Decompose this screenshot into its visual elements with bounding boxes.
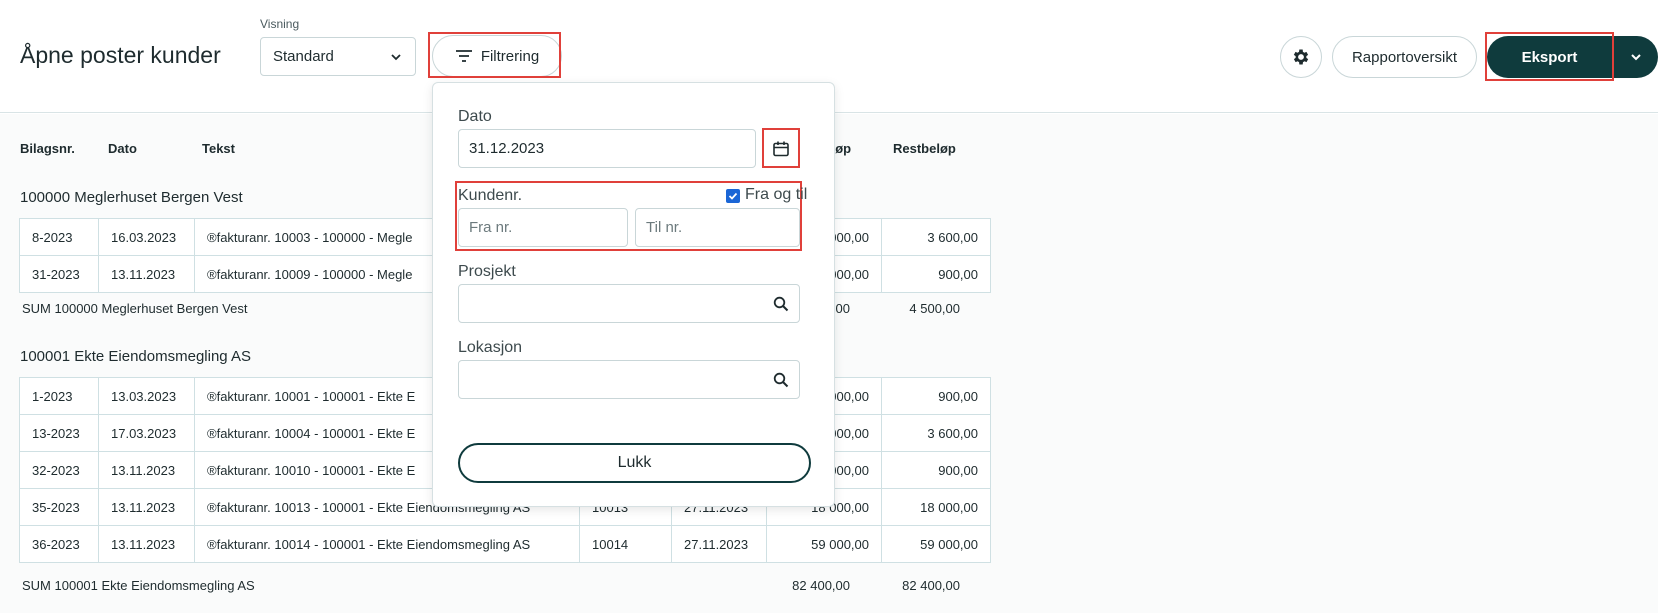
- visning-value: Standard: [273, 48, 334, 65]
- cell-bilag: 31-2023: [19, 255, 99, 293]
- close-button[interactable]: Lukk: [458, 443, 811, 483]
- report-overview-button[interactable]: Rapportoversikt: [1332, 36, 1477, 78]
- fra-nr-input[interactable]: Fra nr.: [458, 208, 628, 247]
- cell-bilag: 35-2023: [19, 488, 99, 526]
- dato-value: 31.12.2023: [469, 140, 545, 157]
- dato-input[interactable]: 31.12.2023: [458, 129, 756, 168]
- fra-og-til-label: Fra og til: [745, 186, 808, 203]
- filter-icon: [455, 50, 472, 62]
- til-nr-input[interactable]: Til nr.: [635, 208, 800, 247]
- cell-dato: 13.11.2023: [98, 255, 195, 293]
- group-title: 100000 Meglerhuset Bergen Vest: [20, 189, 243, 206]
- column-header-bilagsnr: Bilagsnr.: [20, 141, 75, 156]
- cell-rest: 900,00: [881, 451, 991, 489]
- cell-dato: 16.03.2023: [98, 218, 195, 256]
- cell-bilag: 36-2023: [19, 525, 99, 563]
- cell-dato: 13.11.2023: [98, 451, 195, 489]
- cell-bilag: 32-2023: [19, 451, 99, 489]
- til-nr-placeholder: Til nr.: [646, 219, 683, 236]
- cell-dato: 13.03.2023: [98, 377, 195, 415]
- table-row[interactable]: 36-2023 13.11.2023 ®fakturanr. 10014 - 1…: [19, 525, 991, 563]
- visning-label: Visning: [260, 17, 300, 31]
- fra-nr-placeholder: Fra nr.: [469, 219, 513, 236]
- lokasjon-label: Lokasjon: [458, 339, 523, 356]
- cell-bilag: 13-2023: [19, 414, 99, 452]
- calendar-button[interactable]: [770, 138, 792, 160]
- page-title: Åpne poster kunder: [20, 42, 221, 68]
- gear-icon: [1293, 49, 1309, 65]
- prosjekt-input[interactable]: [458, 284, 800, 323]
- calendar-icon: [773, 141, 789, 157]
- cell-col4: 10014: [579, 525, 672, 563]
- chevron-down-icon: [391, 53, 401, 60]
- cell-dato: 13.11.2023: [98, 488, 195, 526]
- dato-label: Dato: [458, 108, 492, 125]
- column-header-restbelop: Restbeløp: [893, 141, 956, 156]
- group-sum-rest: 4 500,00: [909, 301, 960, 316]
- cell-rest: 3 600,00: [881, 218, 991, 256]
- prosjekt-label: Prosjekt: [458, 263, 516, 280]
- group-sum-label: SUM 100000 Meglerhuset Bergen Vest: [22, 301, 248, 316]
- column-header-tekst: Tekst: [202, 141, 235, 156]
- cell-rest: 3 600,00: [881, 414, 991, 452]
- fra-og-til-checkbox[interactable]: [726, 189, 740, 203]
- cell-rest: 900,00: [881, 255, 991, 293]
- cell-dato: 13.11.2023: [98, 525, 195, 563]
- settings-button[interactable]: [1280, 36, 1322, 78]
- group-sum-label: SUM 100001 Ekte Eiendomsmegling AS: [22, 578, 255, 593]
- filter-button-label: Filtrering: [480, 47, 540, 65]
- cell-bilag: 8-2023: [19, 218, 99, 256]
- group-title: 100001 Ekte Eiendomsmegling AS: [20, 348, 251, 365]
- chevron-down-icon: [1630, 54, 1641, 61]
- cell-rest: 18 000,00: [881, 488, 991, 526]
- search-icon: [773, 296, 789, 311]
- filter-button[interactable]: Filtrering: [432, 35, 562, 77]
- kundenr-label: Kundenr.: [458, 187, 523, 204]
- cell-dato: 17.03.2023: [98, 414, 195, 452]
- column-header-dato: Dato: [108, 141, 137, 156]
- filter-panel: Dato 31.12.2023 Kundenr. Fra og til Fra …: [432, 82, 835, 507]
- cell-tekst: ®fakturanr. 10014 - 100001 - Ekte Eiendo…: [194, 525, 580, 563]
- checkmark-icon: [728, 192, 738, 200]
- cell-bilag: 1-2023: [19, 377, 99, 415]
- cell-rest: 900,00: [881, 377, 991, 415]
- export-dropdown-button[interactable]: [1612, 36, 1658, 78]
- group-sum-belop: 82 400,00: [792, 578, 850, 593]
- cell-col5: 27.11.2023: [671, 525, 767, 563]
- search-icon: [773, 372, 789, 387]
- lokasjon-input[interactable]: [458, 360, 800, 399]
- cell-belop: 59 000,00: [766, 525, 882, 563]
- group-sum-rest: 82 400,00: [902, 578, 960, 593]
- export-button[interactable]: Eksport: [1487, 36, 1612, 78]
- cell-rest: 59 000,00: [881, 525, 991, 563]
- visning-select[interactable]: Standard: [260, 37, 416, 76]
